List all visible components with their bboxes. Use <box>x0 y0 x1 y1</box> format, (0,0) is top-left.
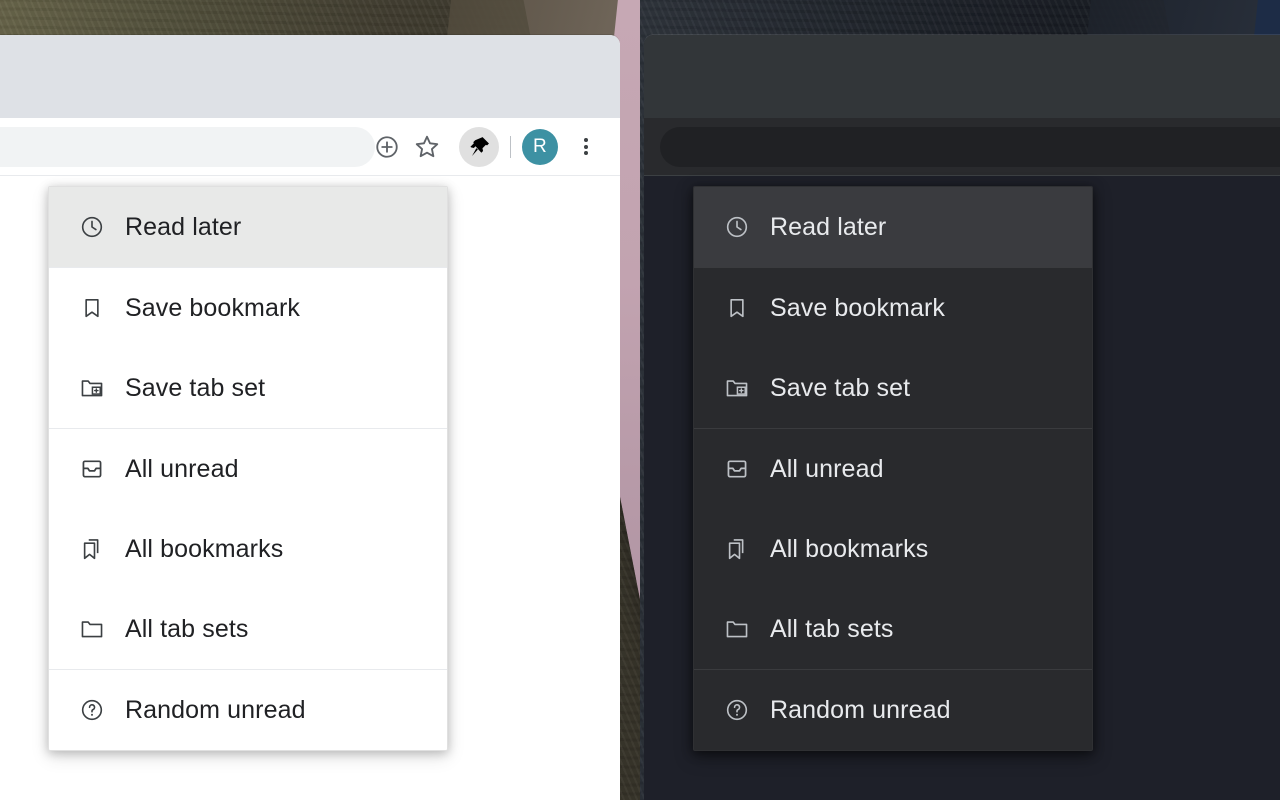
menu-item-random-unread[interactable]: Random unread <box>694 670 1092 750</box>
menu-item-all-unread[interactable]: All unread <box>49 429 447 509</box>
menu-group: Read later <box>49 187 447 267</box>
menu-item-save-tab-set[interactable]: Save tab set <box>694 348 1092 428</box>
kebab-menu-icon <box>584 136 588 158</box>
dark-theme-pane: R Read <box>640 0 1280 800</box>
menu-item-save-bookmark[interactable]: Save bookmark <box>49 268 447 348</box>
address-bar[interactable] <box>0 127 375 167</box>
browser-menu-button[interactable] <box>566 127 606 167</box>
bookmarks-stack-icon <box>724 536 750 562</box>
menu-item-label: Read later <box>125 212 242 241</box>
tab-strip[interactable] <box>0 35 620 118</box>
bookmark-star-icon <box>413 133 441 161</box>
help-circle-icon <box>724 697 750 723</box>
menu-item-label: All bookmarks <box>125 534 284 563</box>
tab-strip[interactable] <box>644 35 1280 118</box>
browser-toolbar: R <box>644 118 1280 176</box>
menu-item-label: Save tab set <box>125 373 266 402</box>
address-bar[interactable] <box>660 127 1280 167</box>
menu-item-random-unread[interactable]: Random unread <box>49 670 447 750</box>
menu-group: Random unread <box>694 669 1092 750</box>
menu-item-label: Save bookmark <box>125 293 300 322</box>
menu-item-label: All bookmarks <box>770 534 929 563</box>
menu-item-save-bookmark[interactable]: Save bookmark <box>694 268 1092 348</box>
menu-item-all-tab-sets[interactable]: All tab sets <box>694 589 1092 669</box>
menu-item-all-unread[interactable]: All unread <box>694 429 1092 509</box>
browser-toolbar: R <box>0 118 620 176</box>
add-to-collection-icon <box>374 134 400 160</box>
menu-item-label: Random unread <box>770 695 951 724</box>
menu-item-read-later[interactable]: Read later <box>49 187 447 267</box>
menu-item-label: All unread <box>770 454 884 483</box>
menu-group: Save bookmark Save tab set <box>694 267 1092 428</box>
folder-plus-icon <box>79 375 105 401</box>
bookmarks-stack-icon <box>79 536 105 562</box>
folder-plus-icon <box>724 375 750 401</box>
menu-item-label: Random unread <box>125 695 306 724</box>
inbox-icon <box>79 456 105 482</box>
menu-group: All unread All bookmarks All tab sets <box>49 428 447 669</box>
screenshot-stage: R Read later Save bookmark Save tab set … <box>0 0 1280 800</box>
inbox-icon <box>724 456 750 482</box>
menu-item-label: Save bookmark <box>770 293 945 322</box>
bookmark-icon <box>79 295 105 321</box>
menu-item-all-bookmarks[interactable]: All bookmarks <box>694 509 1092 589</box>
menu-group: All unread All bookmarks All tab sets <box>694 428 1092 669</box>
menu-item-label: Save tab set <box>770 373 911 402</box>
extension-dropdown-menu-light[interactable]: Read later Save bookmark Save tab set Al… <box>48 186 448 751</box>
folder-icon <box>79 616 105 642</box>
menu-item-all-bookmarks[interactable]: All bookmarks <box>49 509 447 589</box>
menu-group: Save bookmark Save tab set <box>49 267 447 428</box>
menu-item-label: All tab sets <box>770 614 894 643</box>
extension-pin-button[interactable] <box>459 126 499 167</box>
menu-item-label: Read later <box>770 212 887 241</box>
menu-item-save-tab-set[interactable]: Save tab set <box>49 348 447 428</box>
menu-item-read-later[interactable]: Read later <box>694 187 1092 267</box>
bookmark-icon <box>724 295 750 321</box>
clock-icon <box>724 214 750 240</box>
extension-dropdown-menu-dark[interactable]: Read later Save bookmark Save tab set Al… <box>693 186 1093 751</box>
menu-group: Read later <box>694 187 1092 267</box>
bookmark-star-button[interactable] <box>407 127 447 167</box>
toolbar-divider <box>510 135 511 158</box>
menu-item-label: All tab sets <box>125 614 249 643</box>
light-theme-pane: R Read later Save bookmark Save tab set … <box>0 0 640 800</box>
menu-item-all-tab-sets[interactable]: All tab sets <box>49 589 447 669</box>
clock-icon <box>79 214 105 240</box>
help-circle-icon <box>79 697 105 723</box>
add-to-collection-button[interactable] <box>367 127 407 167</box>
folder-icon <box>724 616 750 642</box>
avatar-initial: R <box>532 135 548 157</box>
avatar[interactable]: R <box>522 128 558 165</box>
menu-group: Random unread <box>49 669 447 750</box>
menu-item-label: All unread <box>125 454 239 483</box>
pin-extension-icon <box>466 134 492 160</box>
